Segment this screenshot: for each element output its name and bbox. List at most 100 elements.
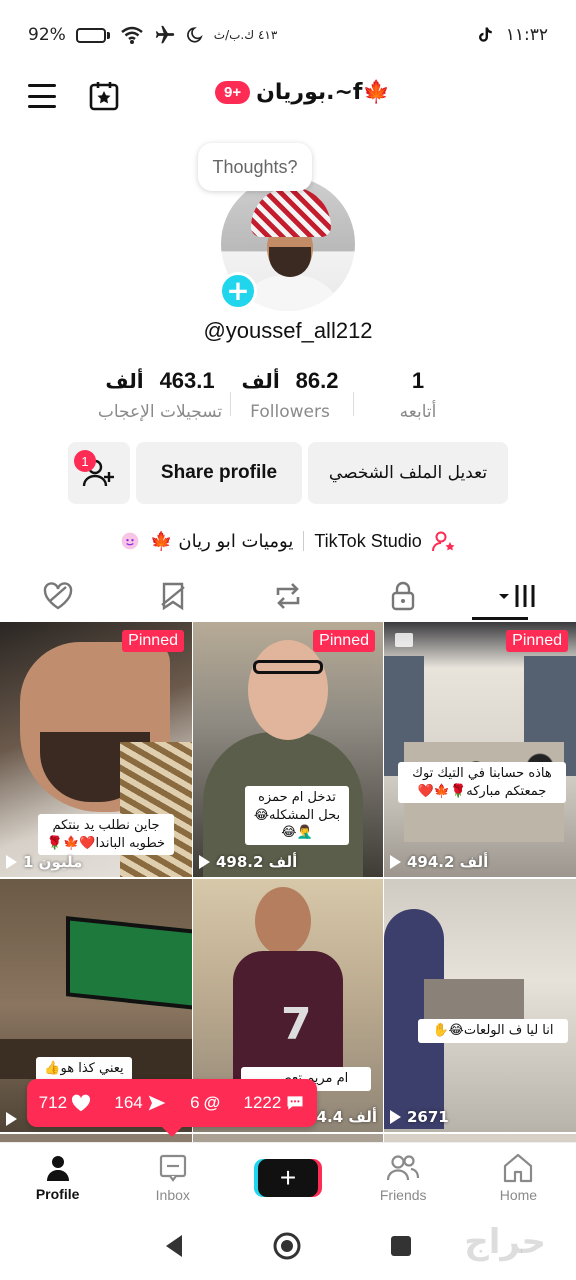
tab-favorites[interactable] [115,570,230,622]
photo-icon [395,633,413,647]
battery-icon [75,27,110,43]
repost-icon [276,583,300,609]
play-icon [6,855,17,869]
profile-handle: @youssef_all212 [203,318,373,343]
home-icon [504,1153,533,1182]
heart-icon [72,1094,91,1112]
watermark: حراج [464,1222,546,1262]
likes-activity: 712 [39,1093,91,1113]
view-count [6,1112,23,1126]
play-icon [390,855,401,869]
profile-header: 9+ بوريان.~f🍁 [0,72,576,122]
header-title[interactable]: 9+ بوريان.~f🍁 [215,80,390,105]
play-icon [199,855,210,869]
send-icon [148,1095,166,1111]
tab-reposts[interactable] [230,570,345,622]
view-count-text: 2671 [407,1108,449,1126]
tiktok-notification-icon [478,27,492,42]
network-speed: ٤١٣ ك.ب/ث [213,27,278,42]
shop-heart-icon [121,532,139,550]
stat-label: تسجيلات الإعجاب [97,402,223,422]
tab-private[interactable] [346,570,461,622]
bottom-nav: Profile Inbox + Friends Home [0,1142,576,1212]
stat-value: 86.2 [295,368,339,393]
edit-profile-button[interactable]: تعديل الملف الشخصي [308,442,508,504]
stat-value: 463.1 [159,368,215,393]
stat-likes[interactable]: ألف 463.1 تسجيلات الإعجاب [80,368,240,422]
likes-count: 712 [38,1093,68,1112]
mentions-activity: 6 @ [190,1093,220,1113]
inbox-icon [159,1154,186,1182]
status-bar: 92% ٤١٣ ك.ب/ث ١١:٣٢ [0,0,576,70]
links-separator [303,531,305,551]
pinned-badge: Pinned [506,630,568,652]
at-icon: @ [203,1093,221,1112]
shares-activity: 164 [114,1093,166,1113]
activity-tooltip[interactable]: 712 164 6 @ 1222 [27,1079,317,1137]
video-caption: انا ليا ف الولعات😂✋ [418,1019,568,1043]
nav-create[interactable]: + [230,1143,345,1212]
stat-label: أتابعه [399,402,437,422]
nav-inbox[interactable]: Inbox [115,1143,230,1212]
profile-stats: 1 أتابعه ألف 86.2 Followers ألف 463.1 تسجي… [0,368,576,428]
moon-icon [186,27,203,43]
video-caption: يعني كذا هو👍 [36,1057,132,1081]
profile-icon [46,1155,69,1181]
home-button-icon[interactable] [272,1231,302,1261]
pinned-badge: Pinned [313,630,375,652]
clock: ١١:٣٢ [505,25,548,45]
bookmark-hidden-icon [161,582,185,611]
stat-followers[interactable]: ألف 86.2 Followers [225,368,355,422]
play-icon [390,1110,401,1124]
play-icon [6,1112,17,1126]
jersey-number: 7 [281,999,312,1050]
menu-icon[interactable] [28,84,56,108]
comments-activity: 1222 [244,1093,306,1113]
back-icon[interactable] [162,1233,186,1259]
username-title: بوريان.~f🍁 [256,80,390,105]
add-friends-button[interactable]: 1 [68,442,130,504]
share-profile-button[interactable]: Share profile [136,442,302,504]
create-button[interactable]: + [258,1158,318,1197]
view-count-text: 498.2 ألف [216,853,298,871]
recents-icon[interactable] [388,1233,414,1259]
video-grid: Pinned جاين نطلب يد بنتكم خطوبه الباندا❤… [0,622,576,1146]
video-thumbnail[interactable]: Pinned تدخل ام حمزه بحل المشكله😂🤦‍♂️😂 49… [193,622,383,877]
stat-value: 1 [411,368,425,393]
video-caption: تدخل ام حمزه بحل المشكله😂🤦‍♂️😂 [245,786,349,845]
video-thumbnail[interactable]: Pinned هاذه حسابنا في التيك توك جمعتكم م… [384,622,576,877]
tab-videos[interactable] [461,570,576,622]
mentions-count: 6 [190,1093,200,1112]
view-count: 494.2 ألف [390,853,488,871]
status-left: 92% ٤١٣ ك.ب/ث [28,24,277,46]
stat-divider [353,392,354,416]
tab-liked[interactable] [0,570,115,622]
status-right: ١١:٣٢ [476,25,548,45]
pinned-badge: Pinned [122,630,184,652]
battery-percent: 92% [28,25,66,45]
heart-hidden-icon [43,582,72,610]
calendar-star-icon[interactable] [88,80,120,112]
friends-icon [387,1154,420,1180]
stat-following[interactable]: 1 أتابعه [363,368,473,422]
view-count-text: 1 مليون [23,853,83,871]
video-thumbnail[interactable]: انا ليا ف الولعات😂✋ 2671 [384,879,576,1132]
view-count: 498.2 ألف [199,853,297,871]
nav-label: Inbox [155,1186,190,1203]
nav-friends[interactable]: Friends [346,1143,461,1212]
nav-profile[interactable]: Profile [0,1143,115,1212]
view-count: 1 مليون [6,853,82,871]
tiktok-studio-link[interactable]: TikTok Studio [314,531,421,552]
diary-link[interactable]: يوميات ابو ريان 🍁 [150,531,293,552]
content-tabs [0,570,576,622]
add-story-button[interactable]: + [219,272,257,310]
nav-label: Friends [379,1186,427,1203]
nav-label: Home [499,1186,538,1203]
airplane-icon [155,25,174,44]
nav-home[interactable]: Home [461,1143,576,1212]
video-thumbnail[interactable]: Pinned جاين نطلب يد بنتكم خطوبه الباندا❤… [0,622,192,877]
nav-label: Profile [35,1185,80,1202]
view-count: 2671 [390,1108,449,1126]
thoughts-bubble[interactable]: Thoughts? [198,143,312,191]
view-count-text: 494.2 ألف [407,853,489,871]
